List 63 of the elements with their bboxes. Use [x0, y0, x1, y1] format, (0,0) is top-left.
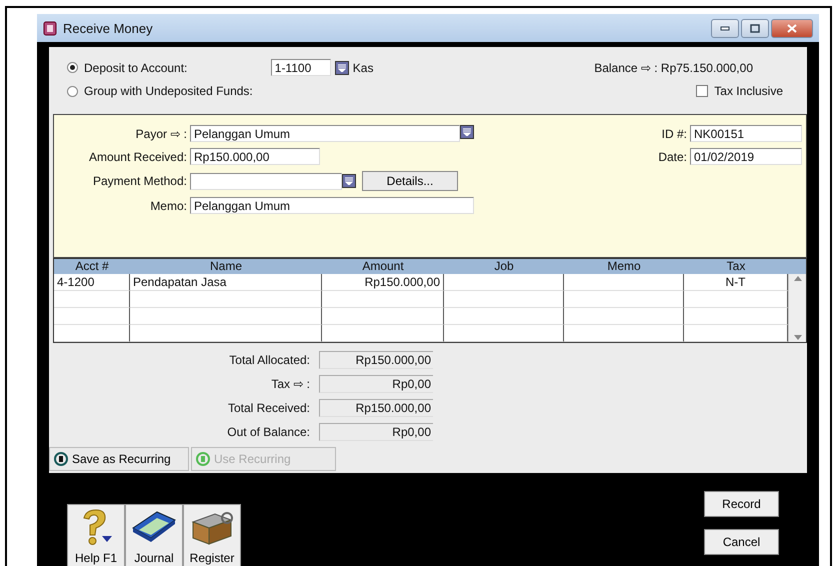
action-button[interactable]: Record: [704, 491, 779, 517]
dropdown-button[interactable]: [342, 174, 356, 188]
table-cell: Rp150.000,00: [322, 274, 444, 291]
column-header: Name: [130, 259, 322, 274]
caret-icon: [463, 128, 471, 136]
payor-field[interactable]: Pelanggan Umum: [190, 125, 460, 142]
toolbar-button[interactable]: Register: [183, 504, 241, 566]
id-label: ID #:: [660, 126, 688, 140]
table-cell: 4-1200: [54, 274, 130, 291]
memo-field[interactable]: Pelanggan Umum: [190, 197, 474, 214]
header-cell: [788, 259, 806, 274]
date-field[interactable]: 01/02/2019: [690, 148, 802, 165]
date-label: Date:: [657, 150, 688, 164]
total-value: Rp150.000,00: [319, 399, 433, 417]
total-label: Total Allocated:: [228, 353, 311, 367]
scrollbar[interactable]: [788, 274, 806, 342]
total-value: Rp0,00: [319, 375, 433, 393]
recurring-button[interactable]: Save as Recurring: [49, 447, 189, 471]
caret-icon: [338, 64, 346, 72]
payment-method-field[interactable]: [190, 172, 342, 190]
account-name: Kas: [352, 60, 374, 74]
amount-field[interactable]: Rp150.000,00: [190, 148, 320, 165]
action-button[interactable]: Cancel: [704, 529, 779, 555]
balance-text: Balance ⇨ : Rp75.150.000,00: [594, 60, 753, 74]
window-icon: [43, 20, 57, 36]
column-header: Tax: [684, 259, 788, 274]
close-icon: [787, 24, 797, 32]
checkbox-label[interactable]: Tax Inclusive: [714, 84, 783, 98]
toolbar-button[interactable]: Help F1: [67, 504, 125, 566]
close-button[interactable]: [771, 18, 813, 38]
total-value: Rp0,00: [319, 423, 433, 441]
column-header: Amount: [322, 259, 444, 274]
id-field[interactable]: NK00151: [690, 125, 802, 142]
total-label: Tax ⇨ :: [270, 377, 311, 391]
radio-label[interactable]: Deposit to Account:: [84, 60, 188, 74]
payment-method-label: Payment Method:: [92, 174, 188, 188]
minimize-button[interactable]: [711, 18, 739, 38]
maximize-icon: [750, 24, 760, 32]
column-header: Job: [444, 259, 564, 274]
column-header: Acct #: [54, 259, 130, 274]
radio-label[interactable]: Group with Undeposited Funds:: [84, 84, 253, 98]
toolbar-button[interactable]: Journal: [125, 504, 183, 566]
details-button[interactable]: Details...: [362, 171, 458, 191]
payor-label: Payor ⇨ :: [134, 126, 188, 140]
window-title: Receive Money: [63, 20, 154, 36]
maximize-button[interactable]: [741, 18, 769, 38]
scroll-down-icon[interactable]: [794, 335, 802, 340]
radio-button[interactable]: [67, 86, 78, 96]
amount-label: Amount Received:: [88, 150, 188, 164]
scroll-up-icon[interactable]: [794, 276, 802, 281]
caret-icon: [345, 177, 353, 185]
column-header: Memo: [564, 259, 684, 274]
checkbox[interactable]: [696, 85, 708, 97]
account-field[interactable]: 1-1100: [270, 59, 331, 76]
minimize-icon: [720, 25, 730, 31]
table-cell: Pendapatan Jasa: [130, 274, 322, 291]
dropdown-button[interactable]: [334, 60, 349, 74]
dropdown-button[interactable]: [460, 125, 474, 139]
total-label: Out of Balance:: [226, 425, 311, 439]
radio-button[interactable]: [67, 62, 78, 73]
total-value: Rp150.000,00: [319, 351, 433, 369]
memo-label: Memo:: [149, 198, 188, 212]
total-label: Total Received:: [226, 401, 311, 415]
